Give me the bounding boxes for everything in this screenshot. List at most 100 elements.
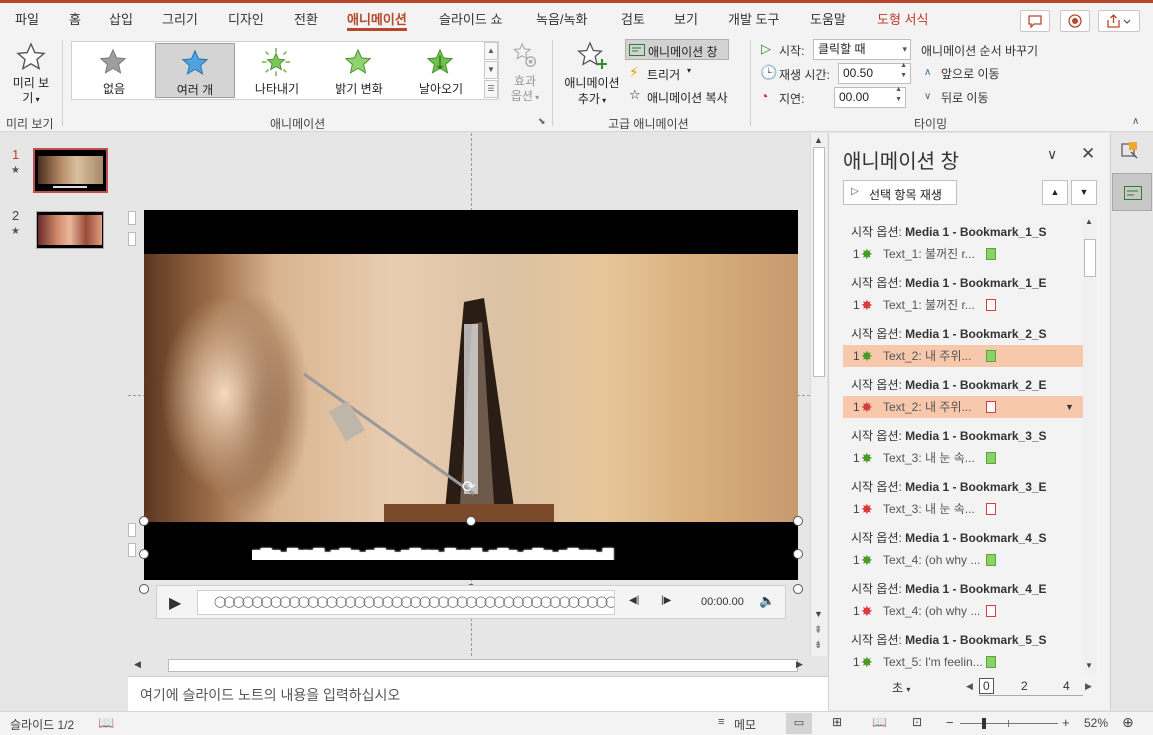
scroll-down-icon[interactable]: ▼	[814, 609, 823, 619]
timing-bar[interactable]	[986, 554, 996, 566]
zoom-out-icon[interactable]: −	[946, 715, 954, 730]
comments-button[interactable]	[1020, 10, 1050, 32]
zoom-level[interactable]: 52%	[1084, 716, 1108, 730]
resize-handle[interactable]	[793, 584, 803, 594]
add-animation-button[interactable]: 애니메이션 추가 ▾	[559, 40, 625, 109]
animation-item[interactable]: 1 ✸ Text_4: (oh why ...	[843, 600, 1083, 622]
tab-animations[interactable]: 애니메이션	[347, 9, 407, 31]
timeline-right-icon[interactable]: ▶	[1085, 681, 1092, 692]
resize-handle[interactable]	[793, 549, 803, 559]
timing-bar[interactable]	[986, 350, 996, 362]
scroll-left-icon[interactable]: ◀	[134, 659, 141, 670]
rotate-handle-icon[interactable]: ⟳	[462, 477, 475, 497]
scroll-up-icon[interactable]: ▲	[814, 135, 823, 145]
reading-view-icon[interactable]: 📖	[872, 715, 887, 729]
animation-painter-button[interactable]: ☆ 애니메이션 복사	[629, 87, 741, 107]
move-later-button[interactable]: ∨ 뒤로 이동	[924, 88, 1014, 106]
tab-insert[interactable]: 삽입	[109, 9, 133, 31]
tab-review[interactable]: 검토	[621, 9, 645, 31]
scroll-down-icon[interactable]: ▼	[1085, 661, 1093, 670]
fit-to-window-icon[interactable]: ⊕	[1122, 714, 1134, 731]
scroll-thumb[interactable]	[813, 147, 825, 377]
effect-options-button[interactable]: 효과 옵션 ▾	[505, 41, 545, 105]
play-icon[interactable]: ▶	[169, 593, 181, 613]
tab-developer[interactable]: 개발 도구	[728, 9, 779, 31]
preview-button[interactable]: 미리 보 기 ▾	[6, 39, 56, 109]
slideshow-icon[interactable]: ⊡	[912, 715, 922, 729]
animation-item[interactable]: 1 ✸ Text_5: I'm feelin...	[843, 651, 1083, 669]
animation-item[interactable]: 1 ✸ Text_3: 내 눈 속...	[843, 498, 1083, 520]
play-selected-button[interactable]: ▷ 선택 항목 재생	[843, 180, 957, 205]
scroll-up-icon[interactable]: ▲	[1085, 217, 1093, 226]
share-button[interactable]	[1098, 10, 1140, 32]
animation-pane-toggle[interactable]	[1112, 173, 1152, 211]
animation-item[interactable]: 1 ✸ Text_2: 내 주위... ▼	[843, 396, 1083, 418]
media-timeline[interactable]: ◯◯◯◯◯◯◯◯◯◯◯◯◯◯◯◯◯◯◯◯◯◯◯◯◯◯◯◯◯◯◯◯◯◯◯◯◯◯◯◯…	[197, 590, 615, 615]
accessibility-icon[interactable]: 📖	[98, 715, 114, 731]
animation-item[interactable]: 1 ✸ Text_4: (oh why ...	[843, 549, 1083, 571]
editor-vertical-scrollbar[interactable]: ▲ ▼ ⇞ ⇟	[810, 133, 827, 656]
resize-handle[interactable]	[139, 584, 149, 594]
normal-view-button[interactable]: ▭	[786, 713, 812, 734]
tab-help[interactable]: 도움말	[810, 9, 846, 31]
scroll-thumb[interactable]	[1084, 239, 1096, 277]
editor-horizontal-scrollbar[interactable]: ◀ ▶	[128, 656, 810, 676]
close-icon[interactable]: ✕	[1081, 144, 1095, 164]
tab-view[interactable]: 보기	[674, 9, 698, 31]
resize-handle[interactable]	[139, 516, 149, 526]
resize-handle[interactable]	[466, 516, 476, 526]
next-icon[interactable]: |▶	[661, 595, 671, 606]
animation-item[interactable]: 1 ✸ Text_2: 내 주위...	[843, 345, 1083, 367]
timeline-left-icon[interactable]: ◀	[966, 681, 973, 692]
timeline-seconds-button[interactable]: 초 ▾	[892, 679, 932, 697]
gallery-scroll-up[interactable]: ▲	[484, 42, 498, 60]
selection-pane-button[interactable]	[1120, 141, 1144, 165]
zoom-slider-thumb[interactable]	[982, 718, 986, 729]
tab-transitions[interactable]: 전환	[294, 9, 318, 31]
trigger-button[interactable]: ⚡ 트리거 ▾	[629, 64, 709, 84]
timing-bar[interactable]	[986, 452, 996, 464]
notes-area[interactable]: 여기에 슬라이드 노트의 내용을 입력하십시오	[128, 676, 828, 711]
tab-shape-format[interactable]: 도형 서식	[877, 9, 928, 31]
prev-slide-icon[interactable]: ⇞	[814, 625, 822, 636]
tab-file[interactable]: 파일	[15, 9, 39, 31]
timing-bar[interactable]	[986, 299, 996, 311]
zoom-slider[interactable]	[960, 718, 1058, 729]
slide-sorter-icon[interactable]: ⊞	[832, 715, 842, 729]
animation-pane-button[interactable]: 애니메이션 창	[625, 39, 729, 60]
record-button[interactable]	[1060, 10, 1090, 32]
slide-thumbnail-1[interactable]	[33, 148, 108, 193]
timing-bar[interactable]	[986, 503, 996, 515]
gallery-item-none[interactable]: 없음	[74, 43, 154, 98]
chevron-down-icon[interactable]: ▼	[1065, 396, 1074, 418]
duration-input[interactable]: 00.50 ▲ ▼	[838, 61, 911, 84]
scroll-right-icon[interactable]: ▶	[796, 659, 803, 670]
zoom-in-icon[interactable]: +	[1062, 715, 1070, 730]
start-select[interactable]: 클릭할 때 ▾	[813, 39, 911, 60]
previous-icon[interactable]: ◀|	[629, 595, 639, 606]
gallery-item-fly-in[interactable]: 날아오기	[401, 43, 481, 98]
spinner-arrows[interactable]: ▲ ▼	[895, 85, 902, 105]
move-down-button[interactable]: ▼	[1071, 180, 1097, 205]
volume-icon[interactable]: 🔈	[759, 593, 775, 609]
move-up-button[interactable]: ▲	[1042, 180, 1068, 205]
timing-bar[interactable]	[986, 656, 996, 668]
timing-bar[interactable]	[986, 401, 996, 413]
dialog-launcher-icon[interactable]: ⬊	[538, 116, 546, 127]
tab-slideshow[interactable]: 슬라이드 쇼	[439, 9, 502, 31]
tab-draw[interactable]: 그리기	[162, 9, 198, 31]
collapse-ribbon-icon[interactable]: ∧	[1132, 116, 1139, 127]
spinner-arrows[interactable]: ▲ ▼	[900, 61, 907, 81]
gallery-item-appear[interactable]: 나타내기	[237, 43, 317, 98]
tab-home[interactable]: 홈	[69, 9, 81, 31]
resize-handle[interactable]	[793, 516, 803, 526]
gallery-item-multiple[interactable]: 여러 개	[155, 43, 235, 98]
timing-bar[interactable]	[986, 248, 996, 260]
resize-handle[interactable]	[139, 549, 149, 559]
gallery-item-fade[interactable]: 밝기 변화	[319, 43, 399, 98]
timing-bar[interactable]	[986, 605, 996, 617]
next-slide-icon[interactable]: ⇟	[814, 640, 822, 651]
tab-design[interactable]: 디자인	[228, 9, 264, 31]
chevron-down-icon[interactable]: ∨	[1047, 146, 1057, 163]
list-scrollbar[interactable]: ▲ ▼	[1083, 217, 1097, 673]
